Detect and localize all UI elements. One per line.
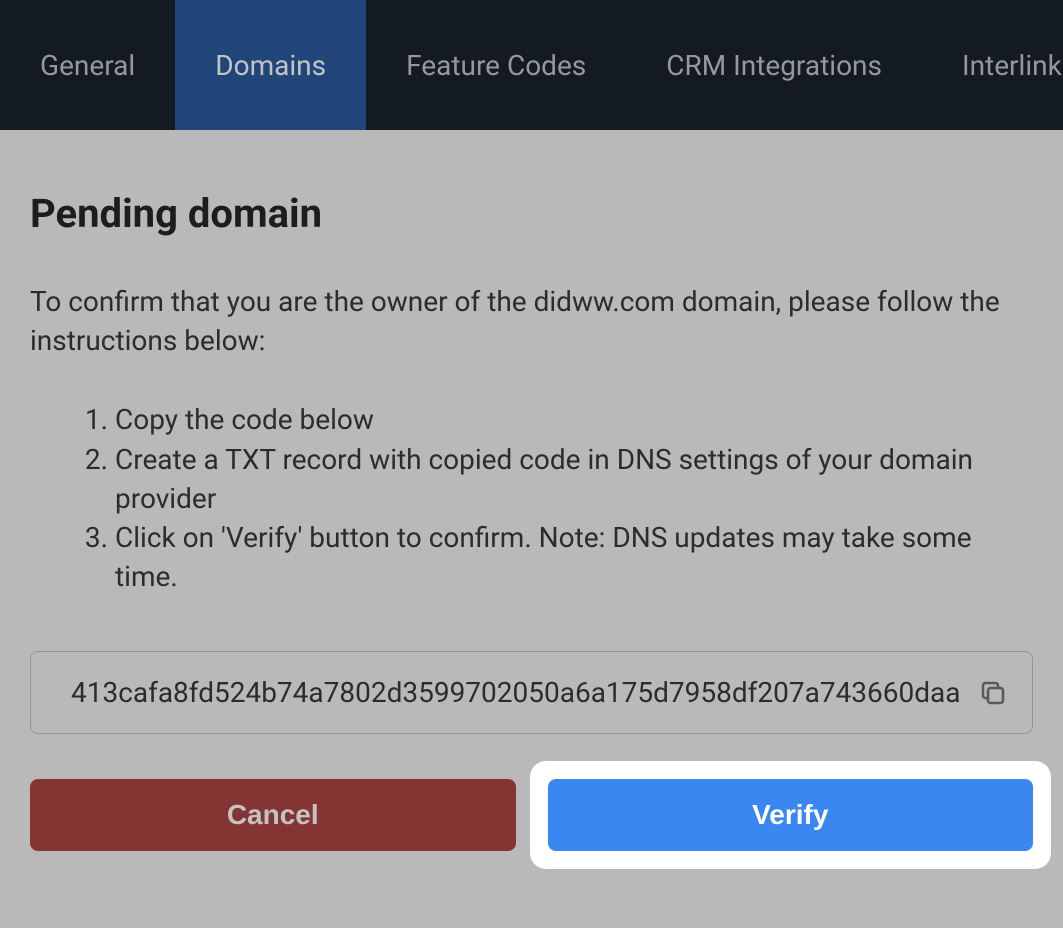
verify-button[interactable]: Verify [548,779,1034,851]
steps-list: Copy the code below Create a TXT record … [30,400,1033,596]
intro-text: To confirm that you are the owner of the… [30,282,1033,360]
verify-highlight: Verify [530,761,1052,869]
verification-code-box: 413cafa8fd524b74a7802d3599702050a6a175d7… [30,651,1033,734]
verification-code[interactable]: 413cafa8fd524b74a7802d3599702050a6a175d7… [71,676,962,709]
tab-crm-integrations[interactable]: CRM Integrations [626,0,922,130]
step-item: Click on 'Verify' button to confirm. Not… [115,518,1033,596]
copy-icon[interactable] [978,678,1008,708]
cancel-button[interactable]: Cancel [30,779,516,851]
step-item: Create a TXT record with copied code in … [115,440,1033,518]
page-title: Pending domain [30,190,1033,237]
tab-domains[interactable]: Domains [175,0,366,130]
tab-bar: General Domains Feature Codes CRM Integr… [0,0,1063,130]
tab-interlinking[interactable]: Interlinking [922,0,1063,130]
step-item: Copy the code below [115,400,1033,439]
tab-feature-codes[interactable]: Feature Codes [366,0,626,130]
tab-general[interactable]: General [0,0,175,130]
